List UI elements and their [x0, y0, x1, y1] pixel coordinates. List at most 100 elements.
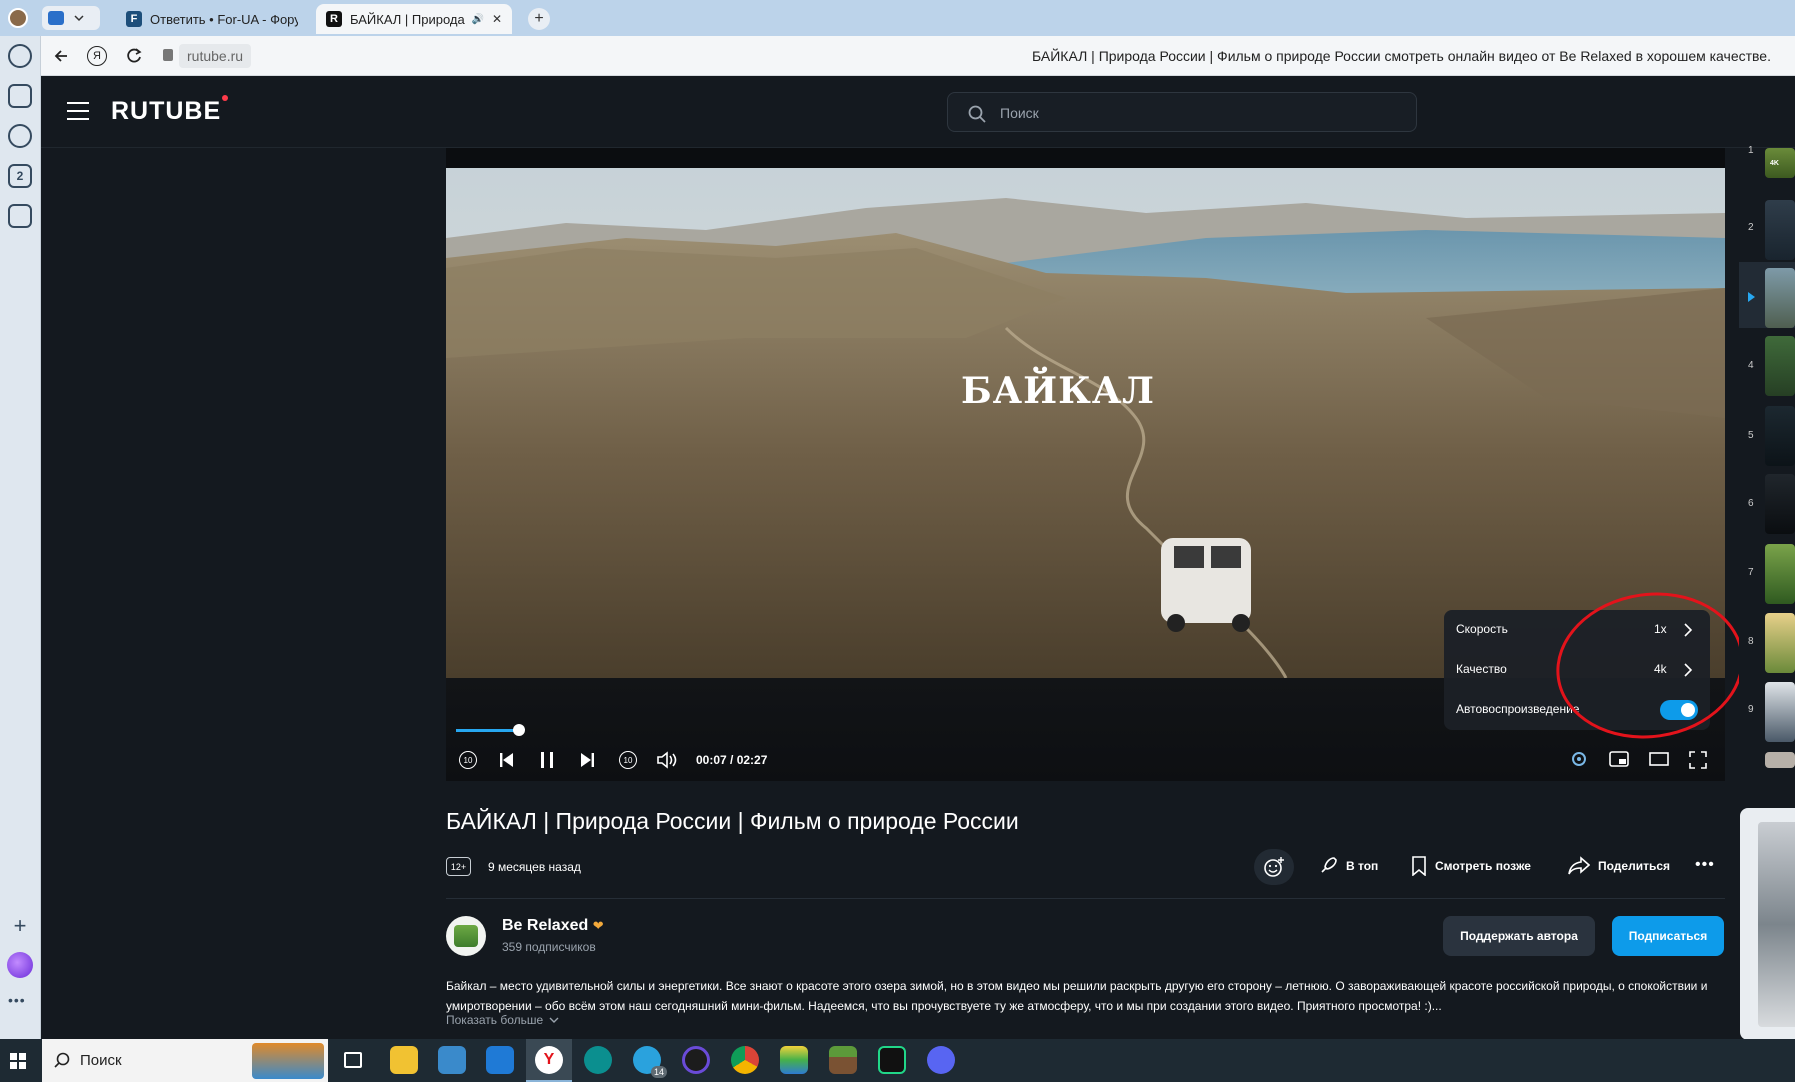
task-view-icon[interactable] [344, 1052, 362, 1068]
playlist-thumbnail[interactable] [1765, 200, 1795, 260]
rewind-10-icon[interactable]: 10 [459, 751, 477, 769]
previous-icon[interactable] [500, 752, 514, 768]
settings-gear-icon[interactable] [1569, 749, 1589, 769]
channel-avatar[interactable] [446, 916, 486, 956]
channel-logo [454, 925, 478, 947]
show-more-link[interactable]: Показать больше [446, 1013, 559, 1027]
taskbar-search-box[interactable]: Поиск [42, 1039, 328, 1082]
fullscreen-icon[interactable] [1689, 751, 1707, 769]
app-icon[interactable] [682, 1046, 710, 1074]
tab-forum[interactable]: F Ответить • For-UA - Форум [116, 4, 308, 34]
playlist-thumbnail[interactable] [1765, 268, 1795, 328]
file-explorer-icon[interactable] [390, 1046, 418, 1074]
search-icon [968, 105, 986, 123]
pause-icon[interactable] [540, 751, 554, 769]
browser-tab-bar: F Ответить • For-UA - Форум R БАЙКАЛ | П… [0, 0, 1795, 36]
playlist-thumbnail[interactable] [1765, 752, 1795, 768]
tab-audio-icon: 🔊 [471, 13, 484, 25]
rail-number: 2 [1748, 222, 1754, 233]
speaker-icon [48, 11, 64, 25]
support-author-button[interactable]: Поддержать автора [1443, 916, 1595, 956]
mini-player-icon[interactable] [1609, 751, 1629, 767]
url-field[interactable]: rutube.ru [179, 44, 252, 68]
subscribe-button[interactable]: Подписаться [1612, 916, 1724, 956]
history-icon[interactable] [8, 44, 32, 68]
playlist-thumbnail[interactable] [1765, 474, 1795, 534]
ad-banner[interactable] [1740, 808, 1795, 1040]
watch-later-button[interactable]: Смотреть позже [1411, 856, 1531, 876]
share-button[interactable]: Поделиться [1568, 856, 1670, 876]
theater-mode-icon[interactable] [1649, 751, 1669, 767]
channel-name-text: Be Relaxed [502, 917, 589, 934]
alice-assistant-icon[interactable] [7, 952, 33, 978]
close-tab-icon[interactable]: ✕ [492, 12, 502, 26]
more-icon[interactable]: ••• [8, 992, 26, 1008]
tab-rutube[interactable]: R БАЙКАЛ | Природа Росси 🔊 ✕ [316, 4, 512, 34]
description-line-1: Байкал – место удивительной силы и энерг… [446, 979, 1708, 993]
hamburger-menu-icon[interactable] [67, 102, 89, 120]
age-rating-badge: 12+ [446, 857, 471, 876]
audio-tab-control[interactable] [42, 6, 100, 30]
rail-badge: 4K [1770, 160, 1779, 167]
pycharm-icon[interactable] [878, 1046, 906, 1074]
playlist-thumbnail[interactable] [1765, 682, 1795, 742]
channel-name[interactable]: Be Relaxed ❤ [502, 917, 604, 935]
ad-image [1758, 822, 1795, 1027]
logo-text: RUTUBE [111, 97, 222, 125]
more-options-icon[interactable]: ••• [1695, 856, 1715, 874]
logo-dot [222, 95, 229, 101]
yandex-browser-icon[interactable]: Y [535, 1046, 563, 1074]
video-frame[interactable] [446, 168, 1725, 678]
rutube-logo[interactable]: RUTUBE [111, 95, 229, 126]
top-label: В топ [1346, 859, 1379, 873]
profile-avatar[interactable] [8, 8, 28, 28]
rutube-favicon: R [326, 11, 342, 27]
lock-icon[interactable] [163, 49, 173, 61]
mail-icon[interactable] [486, 1046, 514, 1074]
top-button[interactable]: В топ [1318, 856, 1378, 876]
autoplay-label: Автовоспроизведение [1456, 702, 1580, 716]
browser-sidebar: 2 + ••• [0, 36, 41, 1039]
page-title-display: БАЙКАЛ | Природа России | Фильм о природ… [1032, 48, 1771, 64]
next-icon[interactable] [580, 752, 594, 768]
discord-icon[interactable] [927, 1046, 955, 1074]
rail-number: 7 [1748, 567, 1754, 578]
subscriber-count: 359 подписчиков [502, 940, 596, 954]
telegram-icon[interactable]: 14 [633, 1046, 667, 1078]
rail-number: 4 [1748, 360, 1754, 371]
video-icon[interactable] [8, 124, 32, 148]
back-icon[interactable] [53, 48, 69, 64]
search-input[interactable] [1000, 102, 1400, 124]
microsoft-store-icon[interactable] [438, 1046, 466, 1074]
new-tab-button[interactable]: + [528, 8, 550, 30]
forward-10-icon[interactable]: 10 [619, 751, 637, 769]
reaction-button[interactable] [1254, 849, 1294, 885]
playlist-thumbnail[interactable] [1765, 613, 1795, 673]
playlist-thumbnail[interactable] [1765, 544, 1795, 604]
volume-icon[interactable] [657, 751, 679, 769]
show-more-label: Показать больше [446, 1013, 544, 1027]
tab-count-icon[interactable]: 2 [8, 164, 32, 188]
screenshot-icon[interactable] [8, 204, 32, 228]
tab-title: БАЙКАЛ | Природа Росси [350, 11, 469, 27]
yandex-icon[interactable]: Я [87, 46, 107, 66]
forum-favicon: F [126, 11, 142, 27]
windows-start-icon[interactable] [10, 1053, 26, 1069]
progress-handle[interactable] [513, 724, 525, 736]
playlist-thumbnail[interactable] [1765, 336, 1795, 396]
rail-current-marker [1748, 292, 1755, 302]
reload-icon[interactable] [125, 47, 143, 65]
speed-label: Скорость [1456, 622, 1508, 636]
arduino-icon[interactable] [584, 1046, 612, 1074]
collections-icon[interactable] [8, 84, 32, 108]
search-box[interactable] [947, 92, 1417, 132]
search-icon [54, 1052, 70, 1068]
minecraft-icon[interactable] [829, 1046, 857, 1074]
chrome-icon[interactable] [731, 1046, 759, 1074]
bluestacks-icon[interactable] [780, 1046, 808, 1074]
video-overlay-title: БАЙКАЛ [961, 370, 1155, 412]
rail-number: 8 [1748, 636, 1754, 647]
add-panel-icon[interactable]: + [6, 912, 34, 940]
playlist-thumbnail[interactable] [1765, 406, 1795, 466]
chevron-down-icon [549, 1017, 559, 1023]
